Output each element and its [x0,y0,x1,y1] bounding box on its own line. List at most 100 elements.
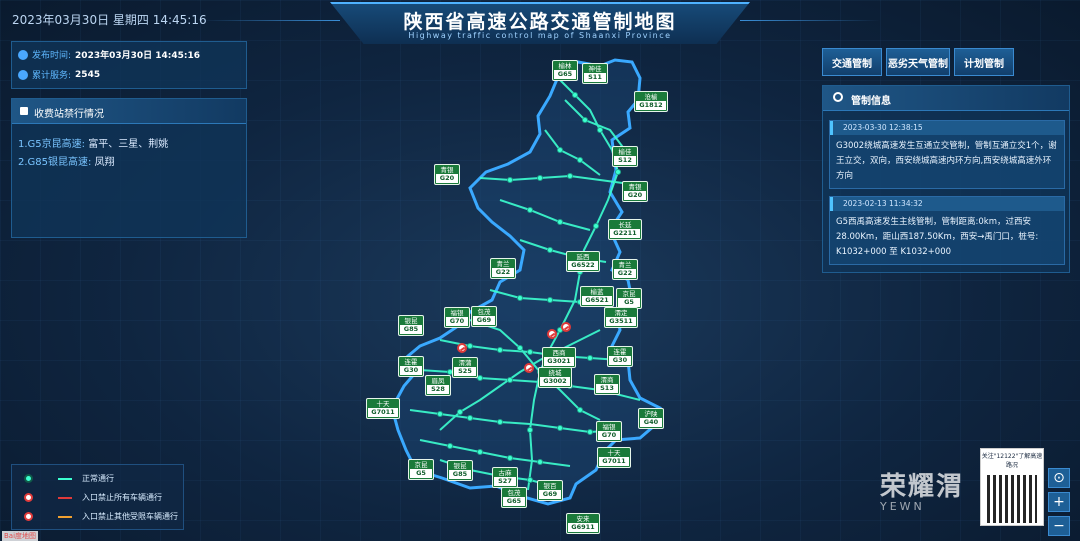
highway-sign[interactable]: 连霍 G30 [398,356,424,377]
toll-item[interactable]: 2.G85银昆高速: 凤翔 [18,153,115,168]
highway-sign[interactable]: 长延 G2211 [608,219,642,240]
users-icon [18,69,28,80]
header-decoration-left [200,20,340,21]
normal-node-icon [24,474,33,483]
highway-sign[interactable]: 延西 G6522 [566,251,600,272]
control-tabs: 交通管制 恶劣天气管制 计划管制 [822,48,1014,76]
highway-sign[interactable]: 安来 G6911 [566,513,600,534]
highway-sign[interactable]: 银昆 G85 [398,315,424,336]
service-count-value: 2545 [75,69,101,80]
clock-icon [18,49,28,60]
publish-info-panel: 发布时间: 2023年03月30日 14:45:16 累计服务: 2545 [11,41,247,89]
highway-sign[interactable]: 青兰 G22 [490,258,516,279]
legend-restricted: 入口禁止其他受限车辆通行 [24,512,178,521]
legend-text: 入口禁止其他受限车辆通行 [82,512,178,521]
control-notice[interactable]: 2023-03-30 12:38:15 G3002绕城高速发生互通立交管制，管制… [829,120,1065,189]
tab-weather-control[interactable]: 恶劣天气管制 [886,48,950,76]
highway-sign[interactable]: 银昆 G85 [447,460,473,481]
toll-item-stations: 富平、三星、荆姚 [88,139,169,150]
notice-time: 2023-02-13 11:34:32 [830,197,1064,211]
control-info-panel: 管制信息 2023-03-30 12:38:15 G3002绕城高速发生互通立交… [822,85,1070,273]
entry-closed-icon[interactable] [457,343,467,353]
control-notice[interactable]: 2023-02-13 11:34:32 G5西禹高速发生主线管制，管制距离:0k… [829,196,1065,265]
zoom-out-button[interactable]: − [1048,516,1070,536]
map-legend: 正常通行 入口禁止所有车辆通行 入口禁止其他受限车辆通行 [11,464,184,530]
zoom-controls: ⊙ + − [1048,468,1070,540]
tab-planned-control[interactable]: 计划管制 [954,48,1014,76]
control-panel-title: 管制信息 [851,96,891,107]
current-datetime: 2023年03月30日 星期四 14:45:16 [12,13,207,27]
baidu-map-logo: Bai度地图 [2,531,39,541]
page-subtitle: Highway traffic control map of Shaanxi P… [408,31,672,40]
highway-sign[interactable]: 青兰 G22 [612,259,638,280]
highway-sign[interactable]: 连霍 G30 [607,346,633,367]
toll-item-stations: 凤翔 [94,157,115,168]
highway-sign[interactable]: 榆蓝 G6521 [580,286,614,307]
entry-closed-icon[interactable] [547,329,557,339]
highway-sign[interactable]: 渭定 G3511 [604,307,638,328]
highway-sign[interactable]: 京昆 G5 [616,288,642,309]
highway-sign[interactable]: 眉凤 S28 [425,375,451,396]
toll-item-road: 1.G5京昆高速: [18,139,86,150]
highway-sign[interactable]: 十天 G7011 [597,447,631,468]
restricted-line-icon [58,516,72,518]
legend-normal: 正常通行 [24,474,114,483]
service-count-row: 累计服务: 2545 [18,68,100,81]
toll-item-road: 2.G85银昆高速: [18,157,92,168]
zoom-in-button[interactable]: + [1048,492,1070,512]
ban-all-icon [24,493,33,502]
legend-text: 正常通行 [82,474,114,483]
highway-sign[interactable]: 渭商 S13 [594,374,620,395]
header-decoration-right [740,20,880,21]
toll-panel-header: 收费站禁行情况 [12,99,246,124]
watermark-brand: 荣耀渭 [880,472,965,502]
qr-code-card[interactable]: 关注"12122"了解高速路况 [980,448,1044,526]
entry-closed-icon[interactable] [524,363,534,373]
highway-sign[interactable]: 包茂 G65 [501,487,527,508]
notice-text: G3002绕城高速发生互通立交管制，管制互通立交1个，谢王立交，双向，西安绕城高… [836,141,1057,181]
control-panel-header: 管制信息 [823,86,1069,111]
highway-sign[interactable]: 沪陕 G40 [638,408,664,429]
highway-sign[interactable]: 绕城 G3002 [538,367,572,388]
ban-icon [833,92,843,102]
notice-text: G5西禹高速发生主线管制，管制距离:0km，过西安28.00Km，距山西187.… [836,217,1039,257]
normal-line-icon [58,478,72,480]
service-count-label: 累计服务: [32,71,72,81]
legend-all-banned: 入口禁止所有车辆通行 [24,493,162,502]
highway-sign[interactable]: 神佳 S11 [582,63,608,84]
highway-sign[interactable]: 银百 G69 [537,480,563,501]
ban-restricted-icon [24,512,33,521]
locate-icon[interactable]: ⊙ [1048,468,1070,488]
watermark-site: YEWN [880,500,925,513]
highway-sign[interactable]: 榆林 G65 [552,60,578,81]
highway-sign[interactable]: 古麻 S27 [492,467,518,488]
page-title: 陕西省高速公路交通管制地图 [403,11,677,33]
list-icon [20,107,28,115]
publish-time-row: 发布时间: 2023年03月30日 14:45:16 [18,48,200,61]
highway-sign[interactable]: 渭蒲 S25 [452,357,478,378]
notice-time: 2023-03-30 12:38:15 [830,121,1064,135]
qr-label: 关注"12122"了解高速路况 [981,453,1043,469]
highway-sign[interactable]: 福银 G70 [596,421,622,442]
tab-traffic-control[interactable]: 交通管制 [822,48,882,76]
highway-sign[interactable]: 包茂 G69 [471,306,497,327]
entry-closed-icon[interactable] [561,322,571,332]
ban-all-line-icon [58,497,72,499]
highway-sign[interactable]: 西商 G3021 [542,347,576,368]
highway-sign[interactable]: 福银 G70 [444,307,470,328]
publish-time-label: 发布时间: [32,51,72,61]
title-bar: 陕西省高速公路交通管制地图 Highway traffic control ma… [330,2,750,44]
highway-sign[interactable]: 青银 G20 [622,181,648,202]
qr-code-icon [987,475,1037,523]
highway-sign[interactable]: 京昆 G5 [408,459,434,480]
header: 2023年03月30日 星期四 14:45:16 陕西省高速公路交通管制地图 H… [0,0,1080,44]
highway-sign[interactable]: 榆佳 S12 [612,146,638,167]
toll-panel-title: 收费站禁行情况 [34,109,104,120]
highway-sign[interactable]: 沧榆 G1812 [634,91,668,112]
publish-time-value: 2023年03月30日 14:45:16 [75,51,201,61]
highway-sign[interactable]: 青银 G20 [434,164,460,185]
toll-station-panel: 收费站禁行情况 1.G5京昆高速: 富平、三星、荆姚 2.G85银昆高速: 凤翔 [11,98,247,238]
legend-text: 入口禁止所有车辆通行 [82,493,162,502]
toll-item[interactable]: 1.G5京昆高速: 富平、三星、荆姚 [18,135,168,150]
highway-sign[interactable]: 十天 G7011 [366,398,400,419]
